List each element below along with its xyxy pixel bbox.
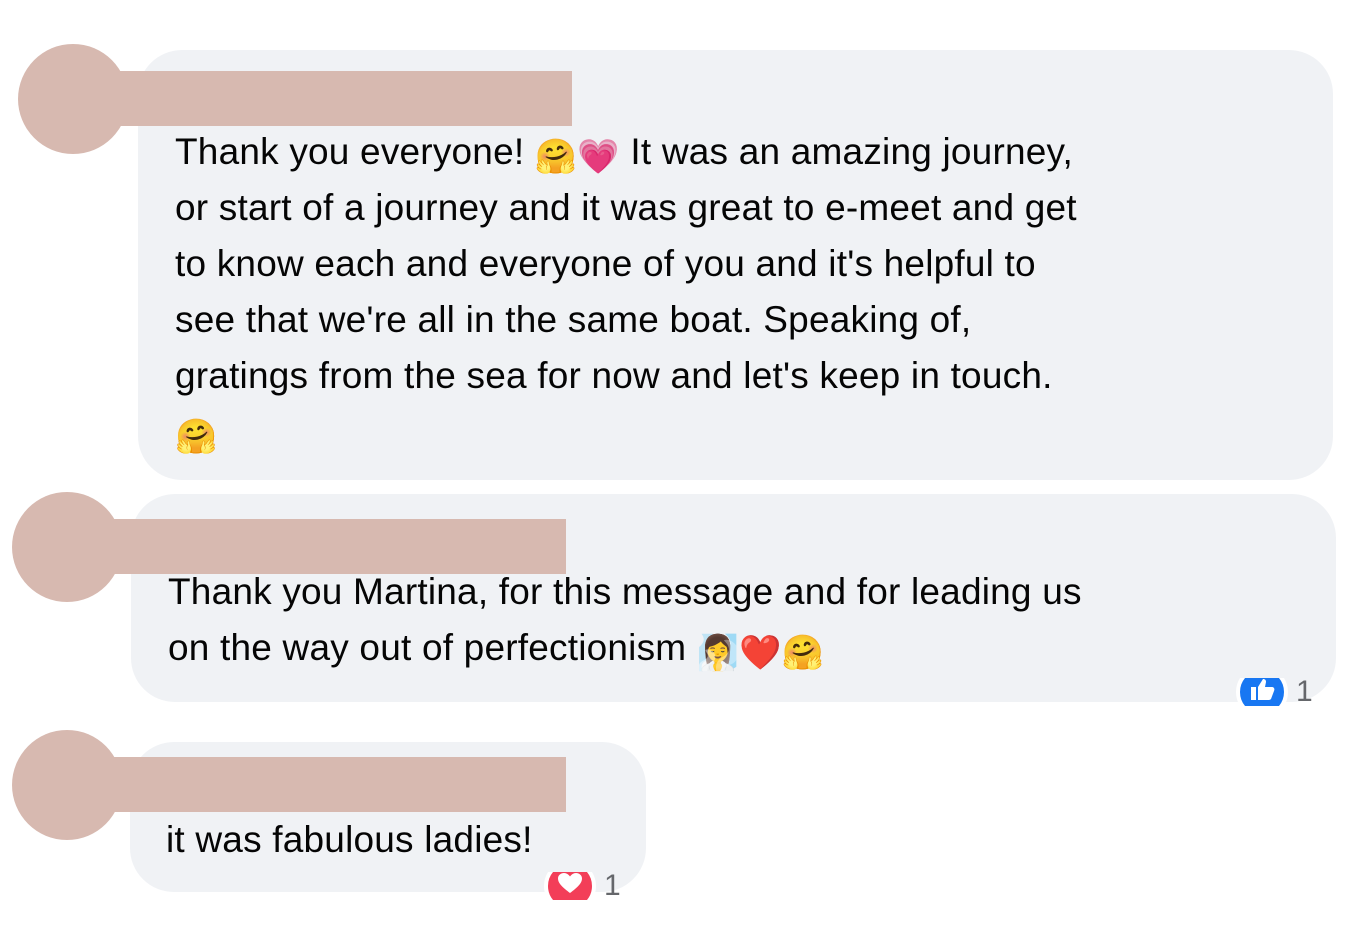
- like-icon: [1236, 678, 1288, 706]
- redacted-author-name[interactable]: [110, 71, 572, 126]
- growing-heart-emoji: 💗: [577, 138, 620, 176]
- hugging-face-emoji: 🤗: [175, 418, 218, 456]
- reaction-summary[interactable]: 1: [544, 872, 621, 900]
- red-heart-emoji: ❤️: [739, 634, 782, 672]
- comment-text: Thank you Martina, for this message and …: [168, 571, 1082, 672]
- reaction-count: 1: [1296, 678, 1313, 706]
- hugging-face-emoji: 🤗: [781, 634, 825, 672]
- reaction-count: 1: [604, 872, 621, 900]
- redacted-author-name[interactable]: [100, 519, 566, 574]
- hugging-face-emoji: 🤗: [534, 138, 578, 176]
- comment-text: it was fabulous ladies!: [166, 819, 533, 860]
- reaction-summary[interactable]: 1: [1236, 678, 1313, 706]
- comment-text: Thank you everyone! 🤗💗 It was an amazing…: [175, 131, 1077, 456]
- redacted-author-name[interactable]: [100, 757, 566, 812]
- heart-icon: [544, 872, 596, 900]
- comment-thread: Thank you everyone! 🤗💗 It was an amazing…: [0, 0, 1366, 938]
- woman-in-steamy-room-emoji: 🧖‍♀️: [696, 634, 740, 672]
